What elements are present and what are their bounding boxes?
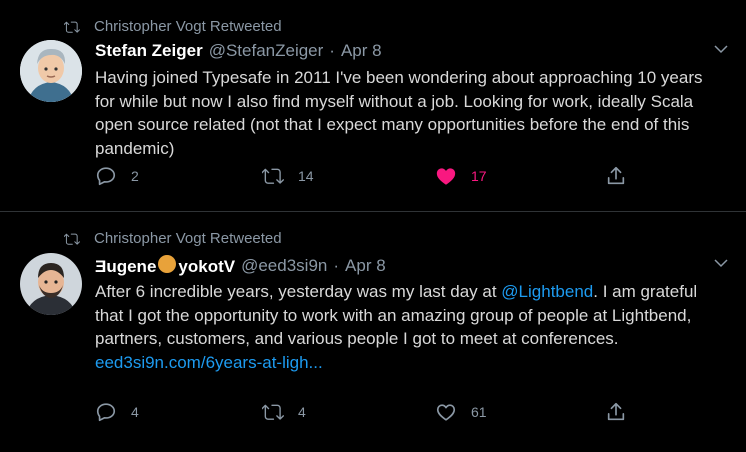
reply-count: 2 bbox=[131, 168, 139, 184]
retweet-icon bbox=[262, 168, 284, 184]
tweet-text-part1: After 6 incredible years, yesterday was … bbox=[95, 282, 502, 301]
author-handle[interactable]: @eed3si9n bbox=[241, 256, 327, 276]
tweet-header: Stefan Zeiger @StefanZeiger · Apr 8 bbox=[95, 41, 382, 61]
chevron-down-icon[interactable] bbox=[712, 40, 730, 58]
tweet[interactable]: Christopher Vogt Retweeted Stefan Zeiger… bbox=[0, 0, 746, 212]
author-name[interactable]: Stefan Zeiger bbox=[95, 41, 203, 61]
tweet-header: Ǝugene yokotV @eed3si9n · Apr 8 bbox=[95, 254, 386, 277]
avatar-image bbox=[20, 253, 82, 315]
reply-count: 4 bbox=[131, 404, 139, 420]
retweet-context: Christopher Vogt Retweeted bbox=[64, 18, 282, 35]
author-handle[interactable]: @StefanZeiger bbox=[209, 41, 324, 61]
separator-dot: · bbox=[329, 41, 335, 60]
avatar[interactable] bbox=[20, 40, 82, 102]
retweet-count: 14 bbox=[298, 168, 314, 184]
chevron-down-icon[interactable] bbox=[712, 254, 730, 272]
reply-button[interactable]: 2 bbox=[95, 165, 139, 187]
retweet-button[interactable]: 14 bbox=[262, 165, 314, 187]
avatar[interactable] bbox=[20, 253, 82, 315]
tweet-text: After 6 incredible years, yesterday was … bbox=[95, 280, 722, 374]
author-name[interactable]: Ǝugene yokotV bbox=[95, 254, 235, 277]
retweet-button[interactable]: 4 bbox=[262, 401, 306, 423]
retweet-count: 4 bbox=[298, 404, 306, 420]
like-button[interactable]: 17 bbox=[435, 165, 487, 187]
share-icon bbox=[607, 402, 625, 421]
author-name-part2: yokotV bbox=[178, 257, 236, 276]
share-button[interactable] bbox=[605, 401, 627, 423]
retweet-context: Christopher Vogt Retweeted bbox=[64, 230, 282, 247]
author-name-part1: Ǝugene bbox=[95, 257, 157, 276]
mention-link[interactable]: @Lightbend bbox=[501, 282, 593, 301]
retweet-icon bbox=[262, 404, 284, 420]
like-button[interactable]: 61 bbox=[435, 401, 487, 423]
heart-icon bbox=[436, 404, 456, 421]
separator-dot: · bbox=[333, 255, 340, 275]
reply-icon bbox=[96, 403, 116, 422]
tweet-date[interactable]: Apr 8 bbox=[345, 256, 386, 276]
retweet-icon bbox=[64, 21, 80, 33]
retweet-icon bbox=[64, 233, 80, 245]
share-icon bbox=[607, 166, 625, 185]
tweet-date[interactable]: Apr 8 bbox=[341, 41, 382, 61]
retweeted-by-label: Christopher Vogt Retweeted bbox=[94, 18, 282, 35]
tweet-text: Having joined Typesafe in 2011 I've been… bbox=[95, 68, 703, 158]
url-link[interactable]: eed3si9n.com/6years-at-ligh... bbox=[95, 353, 323, 372]
like-count: 61 bbox=[471, 404, 487, 420]
like-count: 17 bbox=[471, 168, 487, 184]
share-button[interactable] bbox=[605, 165, 627, 187]
retweeted-by-label: Christopher Vogt Retweeted bbox=[94, 230, 282, 247]
avatar-image bbox=[20, 40, 82, 102]
reply-button[interactable]: 4 bbox=[95, 401, 139, 423]
heart-filled-icon bbox=[436, 168, 456, 185]
reply-icon bbox=[96, 167, 116, 186]
taco-emoji-icon bbox=[158, 255, 177, 273]
